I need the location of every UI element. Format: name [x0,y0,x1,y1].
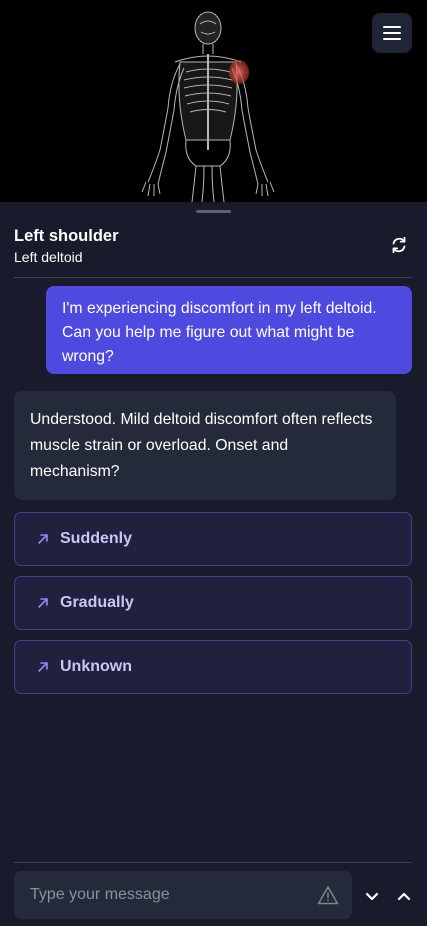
panel-header: Left shoulder Left deltoid [14,226,412,278]
refresh-button[interactable] [388,234,410,256]
message-composer [14,871,352,919]
composer-divider [14,862,412,863]
arrow-up-right-icon [36,596,50,610]
option-label: Suddenly [60,530,133,547]
option-unknown[interactable]: Unknown [14,640,412,694]
header-divider [14,277,412,278]
scroll-down-button[interactable] [363,887,381,905]
refresh-icon [392,236,406,254]
user-message: I'm experiencing discomfort in my left d… [46,286,412,374]
chevron-down-icon [365,892,379,900]
anatomy-viewer[interactable] [0,0,427,202]
scroll-up-button[interactable] [395,887,413,905]
skeleton-model-icon[interactable] [0,0,427,202]
highlighted-deltoid [229,60,249,84]
option-label: Unknown [60,658,132,675]
assistant-message: Understood. Mild deltoid discomfort ofte… [14,391,396,500]
body-region-title: Left shoulder [14,227,119,245]
chevron-up-icon [397,892,411,900]
option-gradually[interactable]: Gradually [14,576,412,630]
hamburger-menu-icon [383,26,401,40]
muscle-subtitle: Left deltoid [14,249,83,265]
menu-button[interactable] [372,13,412,53]
warning-triangle-icon[interactable] [317,885,339,905]
arrow-up-right-icon [36,532,50,546]
message-input[interactable] [14,871,304,919]
option-suddenly[interactable]: Suddenly [14,512,412,566]
drag-handle[interactable] [196,210,231,213]
arrow-up-right-icon [36,660,50,674]
chat-panel: Left shoulder Left deltoid I'm experienc… [0,202,427,926]
option-label: Gradually [60,594,134,611]
